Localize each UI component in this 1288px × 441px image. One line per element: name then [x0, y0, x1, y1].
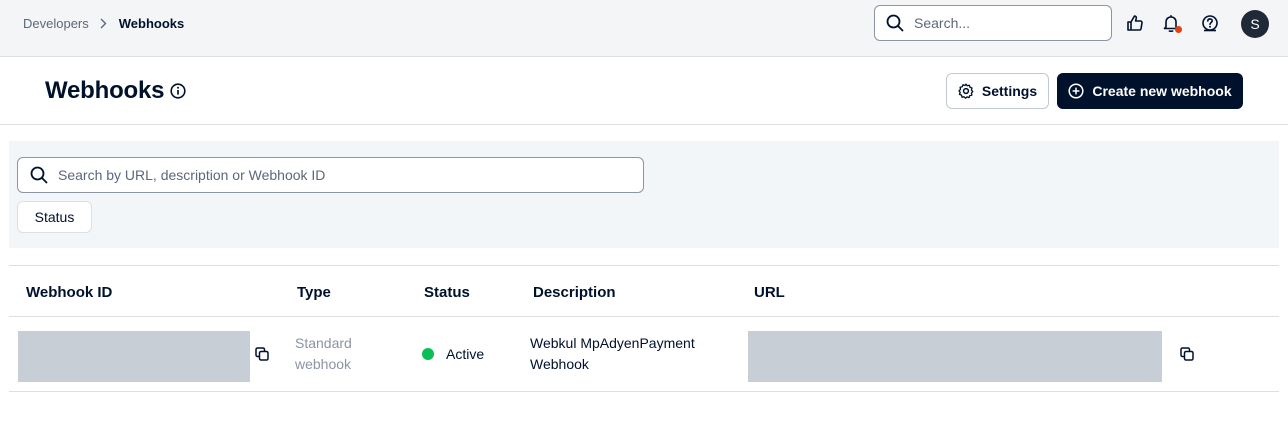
page-title-text: Webhooks [45, 77, 165, 104]
webhook-description: Webkul MpAdyenPayment Webhook [530, 335, 695, 372]
page-header: Webhooks Settings Create new webhook [0, 57, 1288, 125]
settings-button-label: Settings [981, 83, 1038, 99]
user-avatar[interactable]: S [1241, 10, 1269, 38]
column-header-status: Status [424, 284, 470, 301]
notification-dot [1175, 26, 1182, 33]
settings-button[interactable]: Settings [946, 73, 1049, 109]
column-header-url: URL [754, 284, 785, 301]
column-header-type: Type [297, 284, 331, 301]
gear-icon [958, 83, 974, 99]
webhook-search[interactable] [17, 157, 644, 193]
table-header: Webhook ID Type Status Description URL [9, 265, 1279, 317]
table-row[interactable]: Standard webhook Active Webkul MpAdyenPa… [9, 317, 1279, 392]
feedback-thumbs-up-icon[interactable] [1125, 13, 1145, 33]
status-active-dot [422, 348, 434, 360]
global-search[interactable] [874, 5, 1112, 41]
webhooks-table: Webhook ID Type Status Description URL S… [9, 265, 1279, 392]
copy-webhook-url-icon[interactable] [1179, 346, 1195, 362]
status-filter-button[interactable]: Status [17, 201, 92, 233]
filter-panel: Status [9, 141, 1279, 248]
notifications-bell-icon[interactable] [1161, 13, 1182, 33]
redacted-webhook-url [748, 331, 1162, 382]
create-new-webhook-button[interactable]: Create new webhook [1057, 73, 1243, 109]
plus-circle-icon [1068, 83, 1084, 99]
webhook-type: Standard webhook [295, 335, 352, 372]
create-new-webhook-label: Create new webhook [1092, 83, 1232, 99]
search-icon [886, 14, 904, 32]
chevron-right-icon [100, 18, 108, 30]
copy-webhook-id-icon[interactable] [254, 346, 270, 362]
column-header-description: Description [533, 284, 616, 301]
breadcrumb: Developers Webhooks [23, 16, 184, 31]
help-icon[interactable] [1200, 13, 1220, 33]
top-bar: Developers Webhooks S [0, 0, 1288, 57]
status-text: Active [446, 346, 485, 362]
search-icon [30, 166, 48, 184]
column-header-webhook-id: Webhook ID [26, 284, 113, 301]
info-icon[interactable] [170, 83, 186, 99]
page-title: Webhooks [45, 77, 186, 105]
breadcrumb-developers-link[interactable]: Developers [23, 16, 89, 31]
breadcrumb-current: Webhooks [118, 16, 185, 31]
global-search-input[interactable] [914, 15, 1094, 31]
redacted-webhook-id [18, 331, 250, 382]
status-badge: Active [422, 346, 484, 362]
webhook-search-input[interactable] [58, 167, 618, 183]
